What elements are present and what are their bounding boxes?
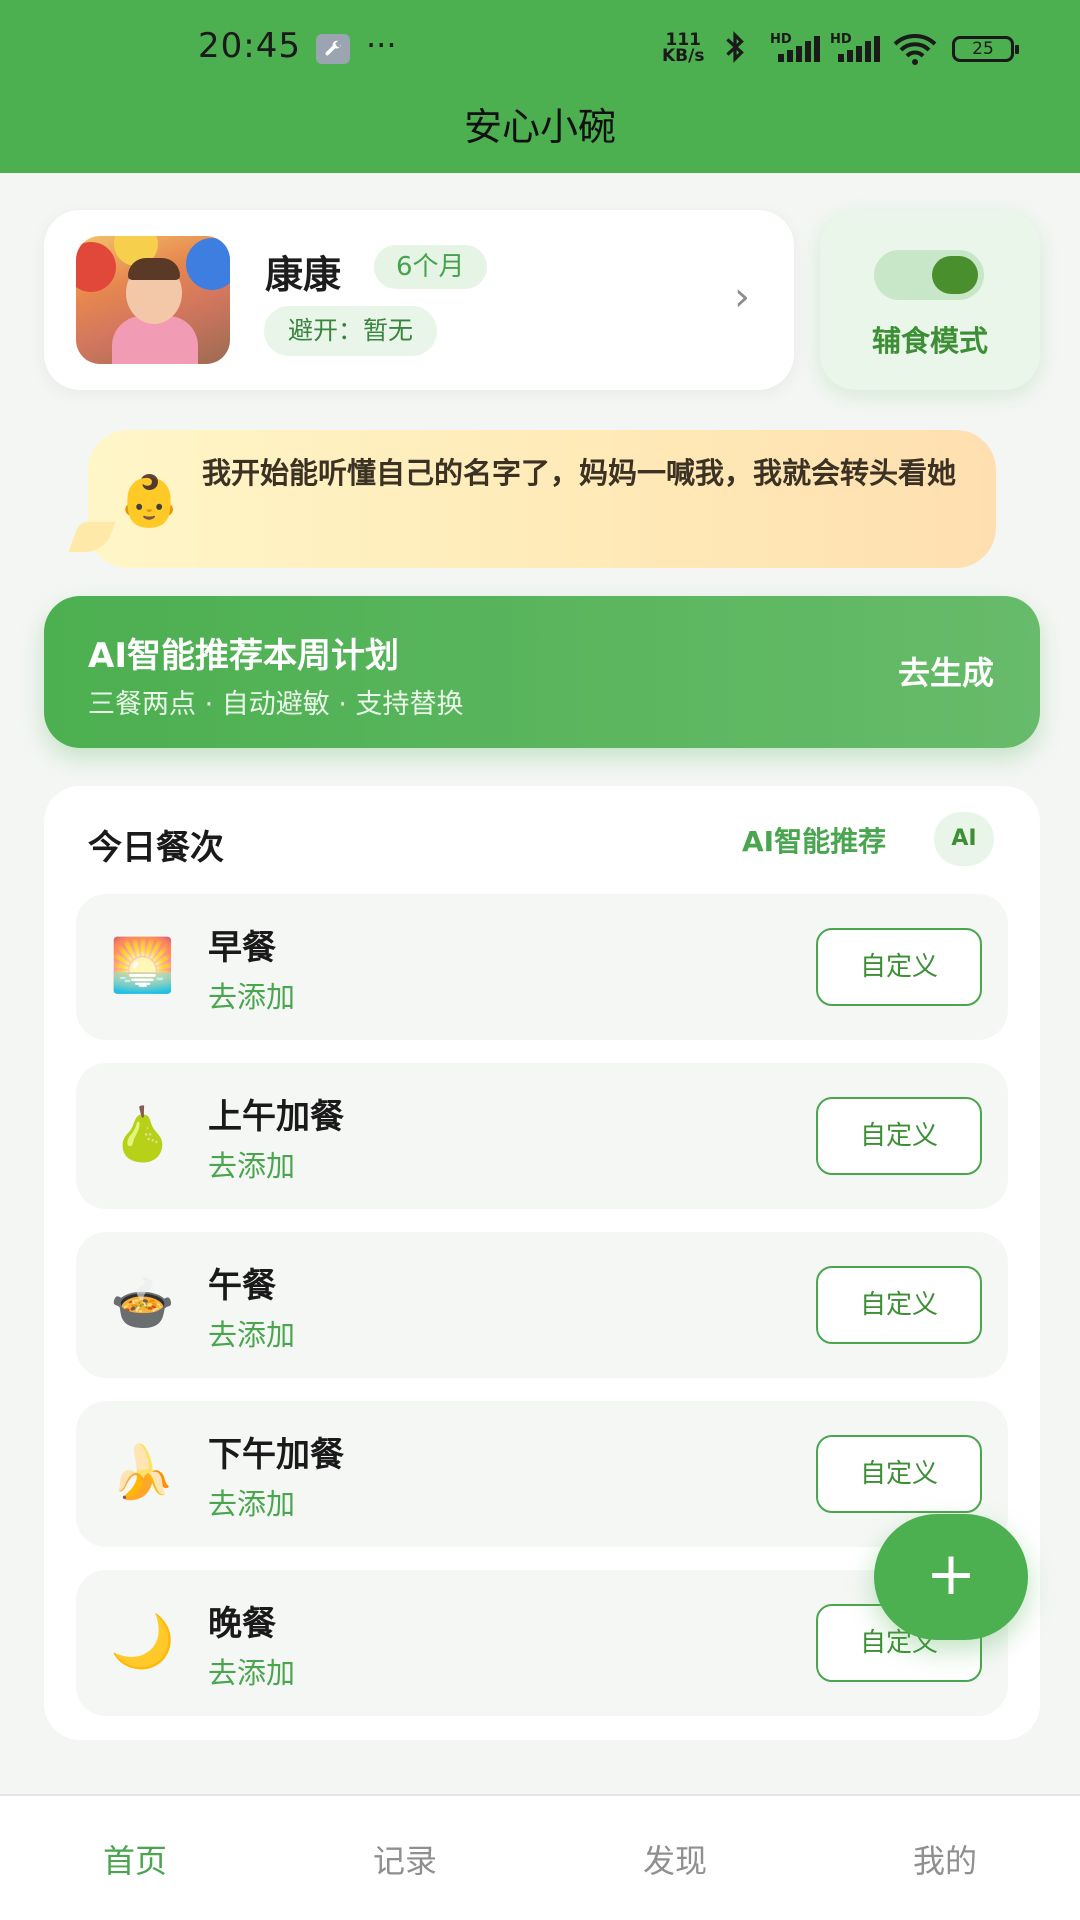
meal-name: 上午加餐: [208, 1097, 344, 1137]
customize-button[interactable]: 自定义: [816, 1266, 982, 1344]
baby-face-icon: 👶: [118, 472, 181, 530]
add-meal-link[interactable]: 去添加: [208, 1143, 295, 1185]
mode-label: 辅食模式: [871, 324, 988, 358]
sunrise-icon: 🌅: [110, 936, 175, 996]
more-notifications-icon: ···: [366, 26, 397, 64]
customize-button[interactable]: 自定义: [816, 928, 982, 1006]
chevron-right-icon[interactable]: ›: [734, 274, 750, 320]
network-speed-unit: KB/s: [662, 46, 705, 66]
crescent-moon-icon: 🌙: [110, 1612, 175, 1672]
customize-button[interactable]: 自定义: [816, 1097, 982, 1175]
add-meal-link[interactable]: 去添加: [208, 1481, 295, 1523]
signal-hd-label: HD: [770, 32, 792, 47]
nav-item-home[interactable]: 首页: [0, 1836, 270, 1882]
add-meal-link[interactable]: 去添加: [208, 974, 295, 1016]
nav-item-discover[interactable]: 发现: [540, 1836, 810, 1882]
pear-icon: 🍐: [110, 1105, 175, 1165]
mode-toggle[interactable]: [874, 250, 984, 300]
age-badge: 6个月: [374, 245, 487, 289]
meal-row-dinner[interactable]: 🌙 晚餐 去添加 自定义: [76, 1570, 1008, 1716]
add-meal-link[interactable]: 去添加: [208, 1650, 295, 1692]
meal-row-morning-snack[interactable]: 🍐 上午加餐 去添加 自定义: [76, 1063, 1008, 1209]
banana-icon: 🍌: [110, 1443, 175, 1503]
meal-row-lunch[interactable]: 🍲 午餐 去添加 自定义: [76, 1232, 1008, 1378]
signal-hd-label: HD: [830, 32, 852, 47]
ai-banner-title: AI智能推荐本周计划: [88, 636, 399, 676]
battery-indicator: 25: [952, 36, 1019, 62]
meal-name: 晚餐: [208, 1604, 276, 1644]
complementary-food-mode-card[interactable]: 辅食模式: [820, 210, 1040, 390]
bottom-nav: 首页 记录 发现 我的: [0, 1794, 1080, 1920]
status-bar: 20:45 ··· 111 KB/s HD HD 25: [0, 0, 1080, 95]
wifi-icon: [892, 32, 938, 70]
ai-banner-subtitle: 三餐两点 · 自动避敏 · 支持替换: [88, 689, 464, 720]
meal-name: 下午加餐: [208, 1435, 344, 1475]
generate-plan-button[interactable]: 去生成: [898, 648, 994, 694]
add-fab-button[interactable]: +: [874, 1514, 1028, 1640]
ai-weekly-plan-banner[interactable]: AI智能推荐本周计划 三餐两点 · 自动避敏 · 支持替换 去生成: [44, 596, 1040, 748]
toggle-knob: [932, 256, 978, 294]
customize-button[interactable]: 自定义: [816, 1435, 982, 1513]
page-title: 安心小碗: [463, 105, 616, 149]
network-speed: 111 KB/s: [662, 32, 705, 66]
signal-icon: HD: [770, 32, 822, 62]
ai-recommend-link[interactable]: AI智能推荐: [742, 820, 886, 860]
nav-item-records[interactable]: 记录: [270, 1836, 540, 1882]
add-meal-link[interactable]: 去添加: [208, 1312, 295, 1354]
allergen-avoid-badge: 避开：暂无: [264, 306, 438, 356]
pot-of-food-icon: 🍲: [110, 1274, 175, 1334]
milestone-tip-bubble: 👶 我开始能听懂自己的名字了，妈妈一喊我，我就会转头看她: [68, 430, 996, 568]
meal-name: 早餐: [208, 928, 276, 968]
meal-name: 午餐: [208, 1266, 276, 1306]
meal-row-afternoon-snack[interactable]: 🍌 下午加餐 去添加 自定义: [76, 1401, 1008, 1547]
milestone-tip-text: 我开始能听懂自己的名字了，妈妈一喊我，我就会转头看她: [202, 456, 957, 490]
wrench-icon: [316, 34, 350, 64]
status-time: 20:45: [198, 26, 301, 66]
bluetooth-icon: [722, 30, 748, 72]
app-header: 20:45 ··· 111 KB/s HD HD 25 安心小碗: [0, 0, 1080, 173]
section-title: 今日餐次: [88, 828, 224, 868]
nav-item-mine[interactable]: 我的: [810, 1836, 1080, 1882]
bubble-tail: [68, 522, 116, 552]
meal-row-breakfast[interactable]: 🌅 早餐 去添加 自定义: [76, 894, 1008, 1040]
ai-badge[interactable]: AI: [934, 812, 994, 866]
signal-icon: HD: [830, 32, 882, 62]
avatar: [76, 236, 230, 364]
baby-profile-card[interactable]: 康康 6个月 避开：暂无 ›: [44, 210, 794, 390]
baby-name: 康康: [265, 253, 342, 297]
